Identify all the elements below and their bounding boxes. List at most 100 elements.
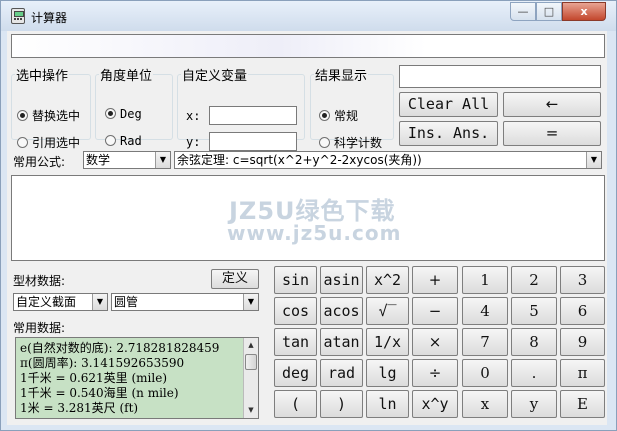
constants-list[interactable]: e(自然对数的底): 2.718281828459 π(圆周率): 3.1415… bbox=[15, 337, 259, 419]
radio-checked-icon bbox=[105, 108, 116, 119]
open-paren-button[interactable]: ( bbox=[274, 390, 317, 418]
cos-button[interactable]: cos bbox=[274, 297, 317, 325]
reference-selection-radio[interactable]: 引用选中 bbox=[17, 134, 80, 151]
tan-button[interactable]: tan bbox=[274, 328, 317, 356]
shape-value: 圆管 bbox=[114, 295, 139, 309]
y-var-label: y: bbox=[186, 135, 201, 149]
maximize-button[interactable]: □ bbox=[536, 2, 562, 21]
title-bar: 计算器 — □ x bbox=[1, 1, 616, 31]
close-button[interactable]: x bbox=[562, 2, 606, 21]
digit-4-button[interactable]: 4 bbox=[462, 297, 508, 325]
equals-button[interactable]: = bbox=[503, 121, 601, 146]
watermark-url: www.jz5u.com bbox=[227, 221, 402, 245]
vertical-scrollbar[interactable]: ▲ ▼ bbox=[243, 338, 258, 418]
chevron-down-icon: ▼ bbox=[155, 152, 170, 168]
minimize-button[interactable]: — bbox=[510, 2, 536, 21]
ln-button[interactable]: ln bbox=[366, 390, 409, 418]
close-paren-button[interactable]: ) bbox=[320, 390, 363, 418]
result-display-box bbox=[399, 65, 601, 88]
rad-button[interactable]: rad bbox=[320, 359, 363, 387]
formula-category-value: 数学 bbox=[86, 153, 111, 167]
digit-0-button[interactable]: 0 bbox=[462, 359, 508, 387]
rad-label: Rad bbox=[120, 134, 142, 148]
power-button[interactable]: x^y bbox=[412, 390, 458, 418]
rad-radio[interactable]: Rad bbox=[105, 134, 142, 148]
section-select[interactable]: 自定义截面 ▼ bbox=[13, 293, 108, 311]
replace-selection-label: 替换选中 bbox=[32, 109, 81, 123]
y-var-button[interactable]: y bbox=[511, 390, 557, 418]
angle-unit-group: 角度单位 Deg Rad bbox=[95, 65, 173, 148]
list-item[interactable]: 1米 = 3.281英尺 (ft) bbox=[20, 399, 138, 416]
subtract-button[interactable]: − bbox=[412, 297, 458, 325]
replace-selection-radio[interactable]: 替换选中 bbox=[17, 107, 80, 124]
scientific-display-radio[interactable]: 科学计数 bbox=[319, 134, 382, 151]
pi-button[interactable]: π bbox=[560, 359, 605, 387]
scroll-down-icon[interactable]: ▼ bbox=[245, 404, 257, 417]
radio-unchecked-icon bbox=[319, 137, 330, 148]
reference-selection-label: 引用选中 bbox=[32, 136, 81, 150]
select-op-group: 选中操作 替换选中 引用选中 bbox=[11, 65, 91, 150]
radio-unchecked-icon bbox=[105, 135, 116, 146]
scroll-up-icon[interactable]: ▲ bbox=[245, 339, 257, 352]
profile-label: 型材数据: bbox=[13, 274, 66, 288]
sqrt-button[interactable]: √‾ bbox=[366, 297, 409, 325]
formula-selected-value: 余弦定理: c=sqrt(x^2+y^2-2xycos(夹角)) bbox=[177, 153, 422, 167]
radio-checked-icon bbox=[319, 110, 330, 121]
deg-button[interactable]: deg bbox=[274, 359, 317, 387]
define-button[interactable]: 定义 bbox=[211, 269, 259, 289]
insert-answer-button[interactable]: Ins. Ans. bbox=[399, 121, 498, 146]
scientific-display-label: 科学计数 bbox=[334, 136, 383, 150]
client-area: 选中操作 替换选中 引用选中 角度单位 Deg Rad 自定义变量 x: y: … bbox=[7, 31, 607, 425]
calculator-icon bbox=[11, 8, 25, 24]
select-op-legend: 选中操作 bbox=[16, 69, 69, 84]
y-var-input[interactable] bbox=[209, 132, 297, 151]
digit-1-button[interactable]: 1 bbox=[462, 266, 508, 294]
backspace-button[interactable]: ← bbox=[503, 92, 601, 117]
digit-8-button[interactable]: 8 bbox=[511, 328, 557, 356]
normal-display-radio[interactable]: 常规 bbox=[319, 107, 358, 124]
chevron-down-icon: ▼ bbox=[92, 294, 107, 310]
clear-all-button[interactable]: Clear All bbox=[399, 92, 498, 117]
x-var-label: x: bbox=[186, 109, 201, 123]
exponent-e-button[interactable]: E bbox=[560, 390, 605, 418]
add-button[interactable]: + bbox=[412, 266, 458, 294]
asin-button[interactable]: asin bbox=[320, 266, 363, 294]
section-value: 自定义截面 bbox=[16, 295, 77, 309]
radio-checked-icon bbox=[17, 110, 28, 121]
divide-button[interactable]: ÷ bbox=[412, 359, 458, 387]
constants-label: 常用数据: bbox=[13, 321, 66, 335]
formula-label: 常用公式: bbox=[13, 155, 66, 169]
multiply-button[interactable]: × bbox=[412, 328, 458, 356]
digit-9-button[interactable]: 9 bbox=[560, 328, 605, 356]
deg-label: Deg bbox=[120, 107, 142, 121]
atan-button[interactable]: atan bbox=[320, 328, 363, 356]
reciprocal-button[interactable]: 1/x bbox=[366, 328, 409, 356]
lg-button[interactable]: lg bbox=[366, 359, 409, 387]
normal-display-label: 常规 bbox=[334, 109, 359, 123]
square-button[interactable]: x^2 bbox=[366, 266, 409, 294]
scroll-thumb[interactable] bbox=[245, 354, 257, 370]
x-var-input[interactable] bbox=[209, 106, 297, 125]
x-var-button[interactable]: x bbox=[462, 390, 508, 418]
formula-category-select[interactable]: 数学 ▼ bbox=[83, 151, 171, 169]
angle-unit-legend: 角度单位 bbox=[100, 69, 153, 84]
chevron-down-icon: ▼ bbox=[586, 152, 601, 168]
acos-button[interactable]: acos bbox=[320, 297, 363, 325]
deg-radio[interactable]: Deg bbox=[105, 107, 142, 121]
result-display-legend: 结果显示 bbox=[315, 69, 368, 84]
expression-input[interactable] bbox=[11, 34, 605, 58]
digit-3-button[interactable]: 3 bbox=[560, 266, 605, 294]
formula-select[interactable]: 余弦定理: c=sqrt(x^2+y^2-2xycos(夹角)) ▼ bbox=[174, 151, 602, 169]
custom-var-group: 自定义变量 x: y: bbox=[177, 65, 305, 151]
result-display-group: 结果显示 常规 科学计数 bbox=[310, 65, 394, 150]
calculator-window: 计算器 — □ x 选中操作 替换选中 引用选中 角度单位 Deg Rad 自定… bbox=[0, 0, 617, 431]
digit-2-button[interactable]: 2 bbox=[511, 266, 557, 294]
digit-7-button[interactable]: 7 bbox=[462, 328, 508, 356]
shape-select[interactable]: 圆管 ▼ bbox=[111, 293, 259, 311]
sin-button[interactable]: sin bbox=[274, 266, 317, 294]
decimal-point-button[interactable]: . bbox=[511, 359, 557, 387]
chevron-down-icon: ▼ bbox=[243, 294, 258, 310]
digit-6-button[interactable]: 6 bbox=[560, 297, 605, 325]
digit-5-button[interactable]: 5 bbox=[511, 297, 557, 325]
custom-var-legend: 自定义变量 bbox=[182, 69, 248, 84]
